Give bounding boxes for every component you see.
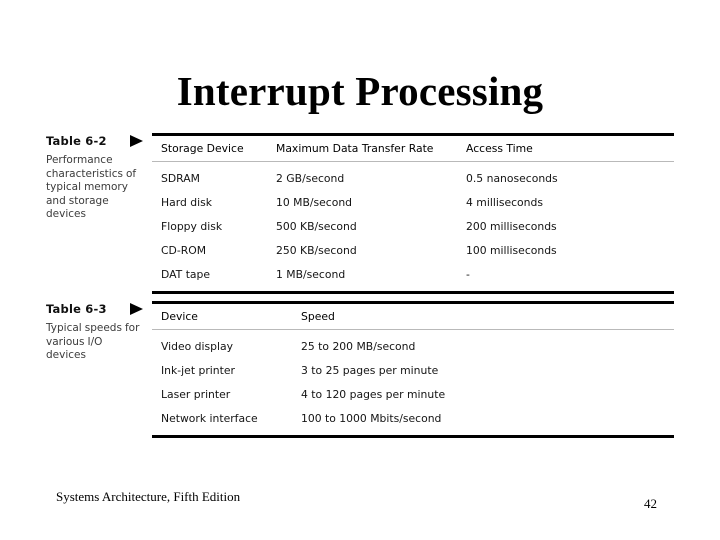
cell-speed: 100 to 1000 Mbits/second — [301, 411, 442, 425]
table-row: Video display 25 to 200 MB/second — [152, 334, 674, 358]
cell-access-time: - — [466, 267, 470, 281]
caption-title-row: Table 6-2 — [46, 133, 146, 149]
cell-access-time: 100 milliseconds — [466, 243, 557, 257]
column-header-device: Device — [161, 310, 198, 323]
caption-title-label: Table 6-2 — [46, 134, 107, 148]
column-header-storage-device: Storage Device — [161, 142, 244, 155]
table-caption-6-2: Table 6-2 Performance characteristics of… — [46, 133, 146, 222]
cell-device: Hard disk — [161, 195, 213, 209]
table-row: SDRAM 2 GB/second 0.5 nanoseconds — [152, 166, 674, 190]
slide-canvas: Interrupt Processing Table 6-2 Performan… — [0, 0, 720, 540]
right-triangle-icon — [130, 135, 143, 147]
slide-footer: Systems Architecture, Fifth Edition — [56, 489, 241, 504]
cell-device: Network interface — [161, 411, 258, 425]
column-header-max-data-transfer-rate: Maximum Data Transfer Rate — [276, 142, 434, 155]
cell-transfer-rate: 2 GB/second — [276, 171, 345, 185]
caption-body-text: Typical speeds for various I/O devices — [46, 322, 140, 362]
table-row: Floppy disk 500 KB/second 200 millisecon… — [152, 214, 674, 238]
data-table-6-3: Device Speed Video display 25 to 200 MB/… — [152, 301, 674, 438]
table-row: Laser printer 4 to 120 pages per minute — [152, 382, 674, 406]
table-header-row: Device Speed — [152, 304, 674, 329]
caption-title-row: Table 6-3 — [46, 301, 146, 317]
column-header-speed: Speed — [301, 310, 335, 323]
cell-device: Ink-jet printer — [161, 363, 235, 377]
cell-access-time: 0.5 nanoseconds — [466, 171, 558, 185]
cell-device: Video display — [161, 339, 234, 353]
table-body: Video display 25 to 200 MB/second Ink-je… — [152, 334, 674, 430]
table-row: Ink-jet printer 3 to 25 pages per minute — [152, 358, 674, 382]
figure-area: Table 6-2 Performance characteristics of… — [0, 0, 720, 540]
cell-transfer-rate: 10 MB/second — [276, 195, 353, 209]
table-bottom-rule — [152, 435, 674, 438]
column-header-access-time: Access Time — [466, 142, 533, 155]
cell-transfer-rate: 500 KB/second — [276, 219, 357, 233]
table-caption-6-3: Table 6-3 Typical speeds for various I/O… — [46, 301, 146, 363]
cell-device: DAT tape — [161, 267, 211, 281]
data-table-6-2: Storage Device Maximum Data Transfer Rat… — [152, 133, 674, 294]
right-triangle-icon — [130, 303, 143, 315]
cell-speed: 25 to 200 MB/second — [301, 339, 416, 353]
table-row: CD-ROM 250 KB/second 100 milliseconds — [152, 238, 674, 262]
cell-device: CD-ROM — [161, 243, 207, 257]
cell-speed: 4 to 120 pages per minute — [301, 387, 446, 401]
cell-access-time: 200 milliseconds — [466, 219, 557, 233]
table-row: Hard disk 10 MB/second 4 milliseconds — [152, 190, 674, 214]
cell-access-time: 4 milliseconds — [466, 195, 543, 209]
cell-transfer-rate: 250 KB/second — [276, 243, 357, 257]
cell-transfer-rate: 1 MB/second — [276, 267, 346, 281]
cell-device: SDRAM — [161, 171, 200, 185]
table-row: DAT tape 1 MB/second - — [152, 262, 674, 286]
caption-title-label: Table 6-3 — [46, 302, 107, 316]
cell-speed: 3 to 25 pages per minute — [301, 363, 439, 377]
table-row: Network interface 100 to 1000 Mbits/seco… — [152, 406, 674, 430]
table-header-row: Storage Device Maximum Data Transfer Rat… — [152, 136, 674, 161]
page-number: 42 — [644, 496, 657, 511]
table-body: SDRAM 2 GB/second 0.5 nanoseconds Hard d… — [152, 166, 674, 286]
cell-device: Laser printer — [161, 387, 231, 401]
caption-body-text: Performance characteristics of typical m… — [46, 154, 137, 221]
cell-device: Floppy disk — [161, 219, 223, 233]
table-bottom-rule — [152, 291, 674, 294]
